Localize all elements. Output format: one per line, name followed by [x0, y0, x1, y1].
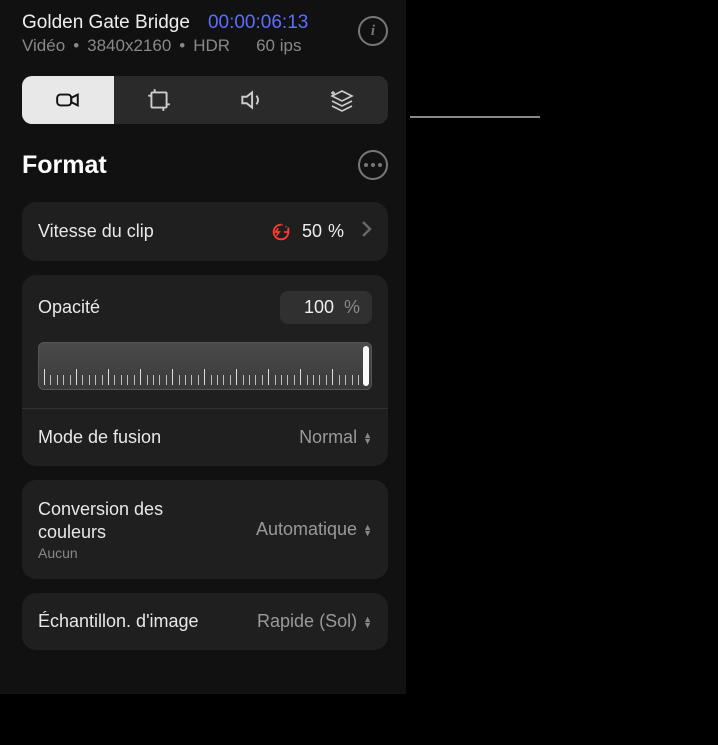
- blend-mode-label: Mode de fusion: [38, 427, 161, 448]
- updown-icon: ▲▼: [363, 616, 372, 628]
- updown-icon: ▲▼: [363, 524, 372, 536]
- tab-crop[interactable]: [114, 76, 206, 124]
- color-conversion-select[interactable]: Automatique ▲▼: [256, 519, 372, 540]
- speed-value: 50: [302, 221, 322, 242]
- tab-effects[interactable]: [297, 76, 389, 124]
- clip-meta: Vidéo • 3840x2160 • HDR 60 ips: [22, 36, 352, 56]
- tab-video[interactable]: [22, 76, 114, 124]
- video-camera-icon: [55, 87, 81, 113]
- color-conversion-value: Automatique: [256, 519, 357, 540]
- clip-header: Golden Gate Bridge 00:00:06:13 Vidéo • 3…: [0, 12, 406, 60]
- frame-sampling-select[interactable]: Rapide (Sol) ▲▼: [257, 611, 372, 632]
- frame-sampling-value: Rapide (Sol): [257, 611, 357, 632]
- speaker-icon: [238, 87, 264, 113]
- opacity-value: 100: [304, 297, 334, 318]
- clip-header-text: Golden Gate Bridge 00:00:06:13 Vidéo • 3…: [22, 12, 352, 56]
- frame-sampling-label: Échantillon. d'image: [38, 611, 199, 632]
- meta-hdr: HDR: [193, 36, 230, 56]
- meta-type: Vidéo: [22, 36, 65, 56]
- info-button[interactable]: i: [358, 16, 388, 46]
- slider-handle[interactable]: [363, 346, 369, 386]
- chevron-right-icon: [360, 220, 372, 243]
- more-button[interactable]: [358, 150, 388, 180]
- clip-speed-card[interactable]: Vitesse du clip 50 %: [22, 202, 388, 261]
- section-title: Format: [22, 151, 107, 180]
- layers-icon: [328, 86, 356, 114]
- speed-icon: [270, 221, 292, 243]
- opacity-blend-card: Opacité 100 % Mode de fusion Normal ▲▼: [22, 275, 388, 466]
- timecode: 00:00:06:13: [208, 12, 308, 34]
- speed-unit: %: [328, 221, 344, 242]
- color-conversion-card: Conversion des couleurs Aucun Automatiqu…: [22, 480, 388, 579]
- tab-audio[interactable]: [205, 76, 297, 124]
- inspector-tabs: [22, 76, 388, 124]
- clip-speed-value-group: 50 %: [270, 220, 372, 243]
- color-conversion-sub: Aucun: [38, 545, 188, 561]
- color-conversion-label: Conversion des couleurs: [38, 498, 188, 543]
- color-conversion-labels: Conversion des couleurs Aucun: [38, 498, 188, 561]
- callout-line: [410, 116, 540, 118]
- meta-fps: 60 ips: [256, 36, 301, 56]
- crop-icon: [146, 87, 172, 113]
- clip-speed-label: Vitesse du clip: [38, 221, 154, 242]
- inspector-panel: Golden Gate Bridge 00:00:06:13 Vidéo • 3…: [0, 0, 406, 694]
- meta-resolution: 3840x2160: [87, 36, 171, 56]
- frame-sampling-card: Échantillon. d'image Rapide (Sol) ▲▼: [22, 593, 388, 650]
- slider-ticks: [39, 367, 371, 385]
- opacity-label: Opacité: [38, 297, 100, 318]
- clip-title: Golden Gate Bridge: [22, 12, 190, 34]
- opacity-slider[interactable]: [38, 342, 372, 390]
- opacity-input[interactable]: 100 %: [280, 291, 372, 324]
- opacity-unit: %: [344, 297, 360, 318]
- updown-icon: ▲▼: [363, 432, 372, 444]
- blend-mode-value: Normal: [299, 427, 357, 448]
- blend-mode-select[interactable]: Normal ▲▼: [299, 427, 372, 448]
- section-header: Format: [0, 124, 406, 194]
